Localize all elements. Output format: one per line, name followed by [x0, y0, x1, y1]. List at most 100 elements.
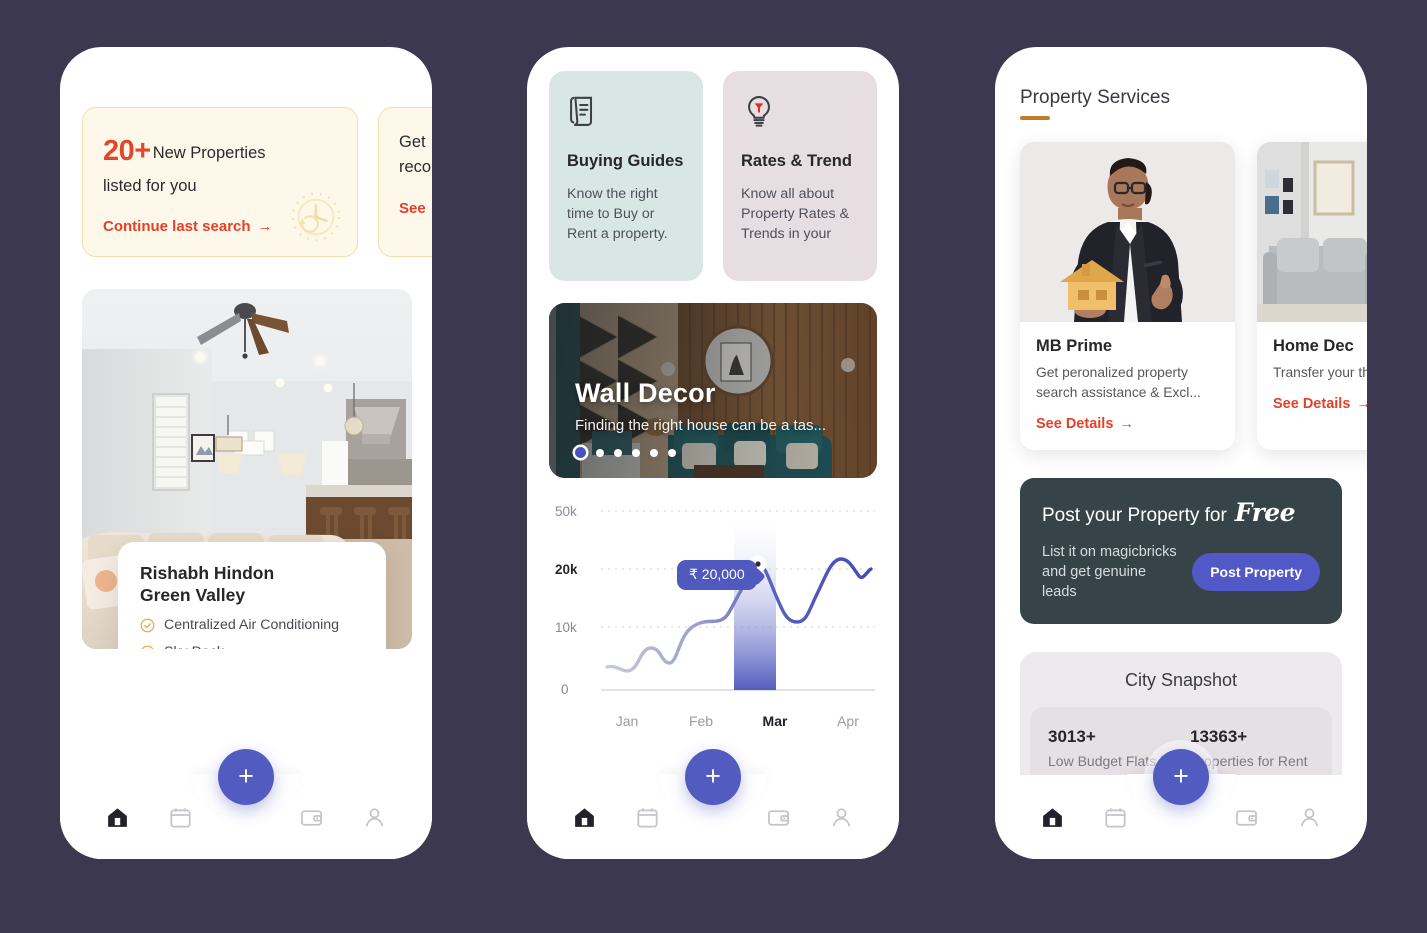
listing-feature-label: Centralized Air Conditioning: [164, 617, 340, 633]
document-icon: [570, 96, 593, 126]
living-room-shelf-photo: [1257, 142, 1367, 322]
listing-title-line2: Green Valley: [140, 584, 246, 605]
service-title: Home Dec: [1273, 337, 1354, 355]
guides-row: Buying Guides Know the right time to Buy…: [549, 71, 877, 281]
listing-info-card: Rishabh Hindon Green Valley Centralized …: [118, 541, 386, 649]
promo-headline-text-2: listed for you: [103, 176, 197, 195]
listing-title-line1: Rishabh Hindon: [140, 562, 275, 583]
title-underline: [1020, 116, 1050, 120]
post-property-free-word: Free: [1234, 498, 1296, 527]
add-fab-button[interactable]: +: [685, 749, 741, 805]
phone2-content: Buying Guides Know the right time to Buy…: [527, 47, 899, 859]
continue-last-search-label: Continue last search: [103, 218, 251, 236]
service-title: MB Prime: [1036, 337, 1113, 355]
carousel-dot[interactable]: [614, 448, 622, 457]
price-trend-chart[interactable]: 50k 20k 10k 0 Jan Feb Mar Apr ₹ 20,000: [549, 502, 877, 737]
post-property-headline-text: Post your Property for: [1042, 505, 1227, 526]
carousel-dot[interactable]: [650, 448, 658, 457]
x-tick-label: Mar: [763, 713, 788, 729]
phone1-screen: 20+ New Properties listed for you Continu…: [60, 47, 432, 859]
arrow-right-icon: →: [257, 218, 273, 236]
guide-description: Know all about Property Rates & Trends i…: [741, 186, 850, 243]
page-title: Property Services: [1020, 87, 1170, 108]
add-fab-button[interactable]: +: [1153, 749, 1209, 805]
wallet-icon: [301, 809, 323, 826]
x-tick-label: Feb: [689, 713, 713, 729]
see-label-2: See: [399, 199, 426, 217]
service-body: Home Dec Transfer your the best Dec See …: [1257, 322, 1367, 430]
service-description: Get peronalized property search assistan…: [1036, 365, 1201, 400]
phone-mockup-1: 20+ New Properties listed for you Continu…: [60, 47, 432, 859]
post-subtext-line2: and get genuine leads: [1042, 564, 1147, 600]
service-description: Transfer your the best Dec: [1273, 365, 1367, 380]
home-icon: [575, 807, 594, 827]
see-details-link[interactable]: See Details →: [1273, 396, 1367, 412]
post-subtext-line1: List it on magicbricks: [1042, 544, 1177, 560]
y-tick-label: 0: [561, 682, 569, 697]
property-listing-card[interactable]: Rishabh Hindon Green Valley Centralized …: [82, 289, 412, 649]
x-tick-label: Jan: [616, 713, 639, 729]
y-tick-label: 10k: [555, 620, 577, 635]
phone3-content: Property Services MB Prime Get peronaliz…: [995, 47, 1367, 859]
calendar-icon: [1105, 807, 1126, 828]
plus-icon: +: [705, 760, 721, 791]
nav-item-home[interactable]: [86, 791, 149, 843]
carousel-dot-active[interactable]: [575, 447, 586, 458]
calendar-icon: [170, 807, 191, 828]
see-details-label: See Details: [1036, 416, 1114, 432]
service-card-mb-prime[interactable]: MB Prime Get peronalized property search…: [1020, 142, 1235, 450]
nav-item-profile[interactable]: [810, 791, 873, 843]
check-circle-icon: [140, 618, 155, 632]
nav-item-profile[interactable]: [343, 791, 406, 843]
x-tick-label: Apr: [837, 713, 859, 729]
post-property-subtext: List it on magicbricks and get genuine l…: [1042, 542, 1180, 602]
nav-item-home[interactable]: [1021, 791, 1084, 843]
add-fab-button[interactable]: +: [218, 749, 274, 805]
plus-icon: +: [238, 760, 254, 791]
chart-highlight-band: [734, 510, 776, 690]
listing-feature: Centralized Air Conditioning: [140, 617, 364, 633]
services-carousel[interactable]: MB Prime Get peronalized property search…: [995, 142, 1367, 450]
guide-card-buying-guides[interactable]: Buying Guides Know the right time to Buy…: [549, 71, 703, 281]
promo-banner-wall-decor[interactable]: Wall Decor Finding the right house can b…: [549, 303, 877, 478]
arrow-right-icon: →: [1356, 396, 1367, 412]
home-icon: [108, 807, 127, 827]
person-icon: [1301, 807, 1319, 826]
carousel-dots[interactable]: [575, 447, 826, 458]
service-card-home-decor[interactable]: Home Dec Transfer your the best Dec See …: [1257, 142, 1367, 450]
promo-headline-2: Get reco: [399, 130, 432, 180]
see-link-2[interactable]: See: [399, 200, 432, 217]
post-property-button[interactable]: Post Property: [1192, 553, 1320, 591]
nav-item-profile[interactable]: [1278, 791, 1341, 843]
banner-text-block: Wall Decor Finding the right house can b…: [575, 378, 826, 458]
bulb-icon: [748, 96, 770, 127]
promo-carousel[interactable]: 20+ New Properties listed for you Continu…: [60, 107, 432, 257]
plus-icon: +: [1173, 760, 1189, 791]
guide-description: Know the right time to Buy or Rent a pro…: [567, 186, 668, 243]
banner-subtitle: Finding the right house can be a tas...: [575, 417, 826, 434]
carousel-dot[interactable]: [632, 448, 640, 457]
clock-icon: [291, 192, 341, 242]
listing-feature: Sky Deck: [140, 644, 364, 649]
see-details-link[interactable]: See Details →: [1036, 416, 1219, 432]
promo2-headline-text: Get: [399, 133, 426, 151]
service-body: MB Prime Get peronalized property search…: [1020, 322, 1235, 450]
calendar-icon: [637, 807, 658, 828]
banner-title: Wall Decor: [575, 378, 716, 408]
carousel-dot[interactable]: [596, 448, 604, 457]
person-icon: [833, 807, 851, 826]
promo-card-recommendations[interactable]: Get reco See: [378, 107, 432, 257]
promo-card-new-properties[interactable]: 20+ New Properties listed for you Continu…: [82, 107, 358, 257]
phone-mockup-3: Property Services MB Prime Get peronaliz…: [995, 47, 1367, 859]
agent-holding-house-photo: [1020, 142, 1235, 322]
listing-title: Rishabh Hindon Green Valley: [140, 562, 364, 606]
guide-card-rates-trend[interactable]: Rates & Trend Know all about Property Ra…: [723, 71, 877, 281]
promo-count: 20+: [103, 135, 151, 167]
carousel-dot[interactable]: [668, 448, 676, 457]
y-tick-label: 20k: [555, 562, 578, 577]
post-property-row: List it on magicbricks and get genuine l…: [1042, 542, 1320, 602]
post-property-headline: Post your Property for Free: [1042, 498, 1320, 527]
y-tick-label: 50k: [555, 504, 577, 519]
snapshot-stat-value: 3013+: [1048, 727, 1096, 746]
nav-item-home[interactable]: [553, 791, 616, 843]
